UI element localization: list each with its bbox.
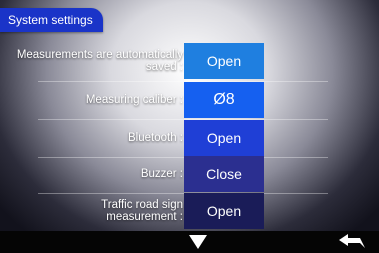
setting-label-road-sign: Traffic road sign measurement : [101, 199, 183, 223]
setting-row-auto-save: Measurements are automatically saved : O… [0, 42, 379, 80]
scroll-down-button[interactable] [184, 233, 212, 251]
setting-row-bluetooth: Bluetooth : Open [0, 119, 379, 157]
road-sign-toggle[interactable]: Open [184, 193, 264, 229]
buzzer-toggle[interactable]: Close [184, 156, 264, 192]
setting-label-caliber: Measuring caliber : [85, 94, 183, 106]
back-arrow-icon [339, 234, 365, 248]
setting-label-bluetooth: Bluetooth : [128, 132, 183, 144]
setting-row-caliber: Measuring caliber : Ø8 [0, 81, 379, 119]
bottom-nav-bar [0, 231, 379, 253]
page-title: System settings [0, 8, 103, 32]
setting-label-buzzer: Buzzer : [140, 168, 183, 180]
auto-save-toggle[interactable]: Open [184, 43, 264, 79]
setting-label-auto-save: Measurements are automatically saved : [16, 49, 183, 73]
setting-row-buzzer: Buzzer : Close [0, 155, 379, 193]
caliber-selector[interactable]: Ø8 [184, 82, 264, 118]
bluetooth-toggle[interactable]: Open [184, 120, 264, 156]
setting-row-road-sign: Traffic road sign measurement : Open [0, 192, 379, 230]
back-button[interactable] [335, 233, 369, 251]
down-arrow-icon [189, 235, 207, 249]
